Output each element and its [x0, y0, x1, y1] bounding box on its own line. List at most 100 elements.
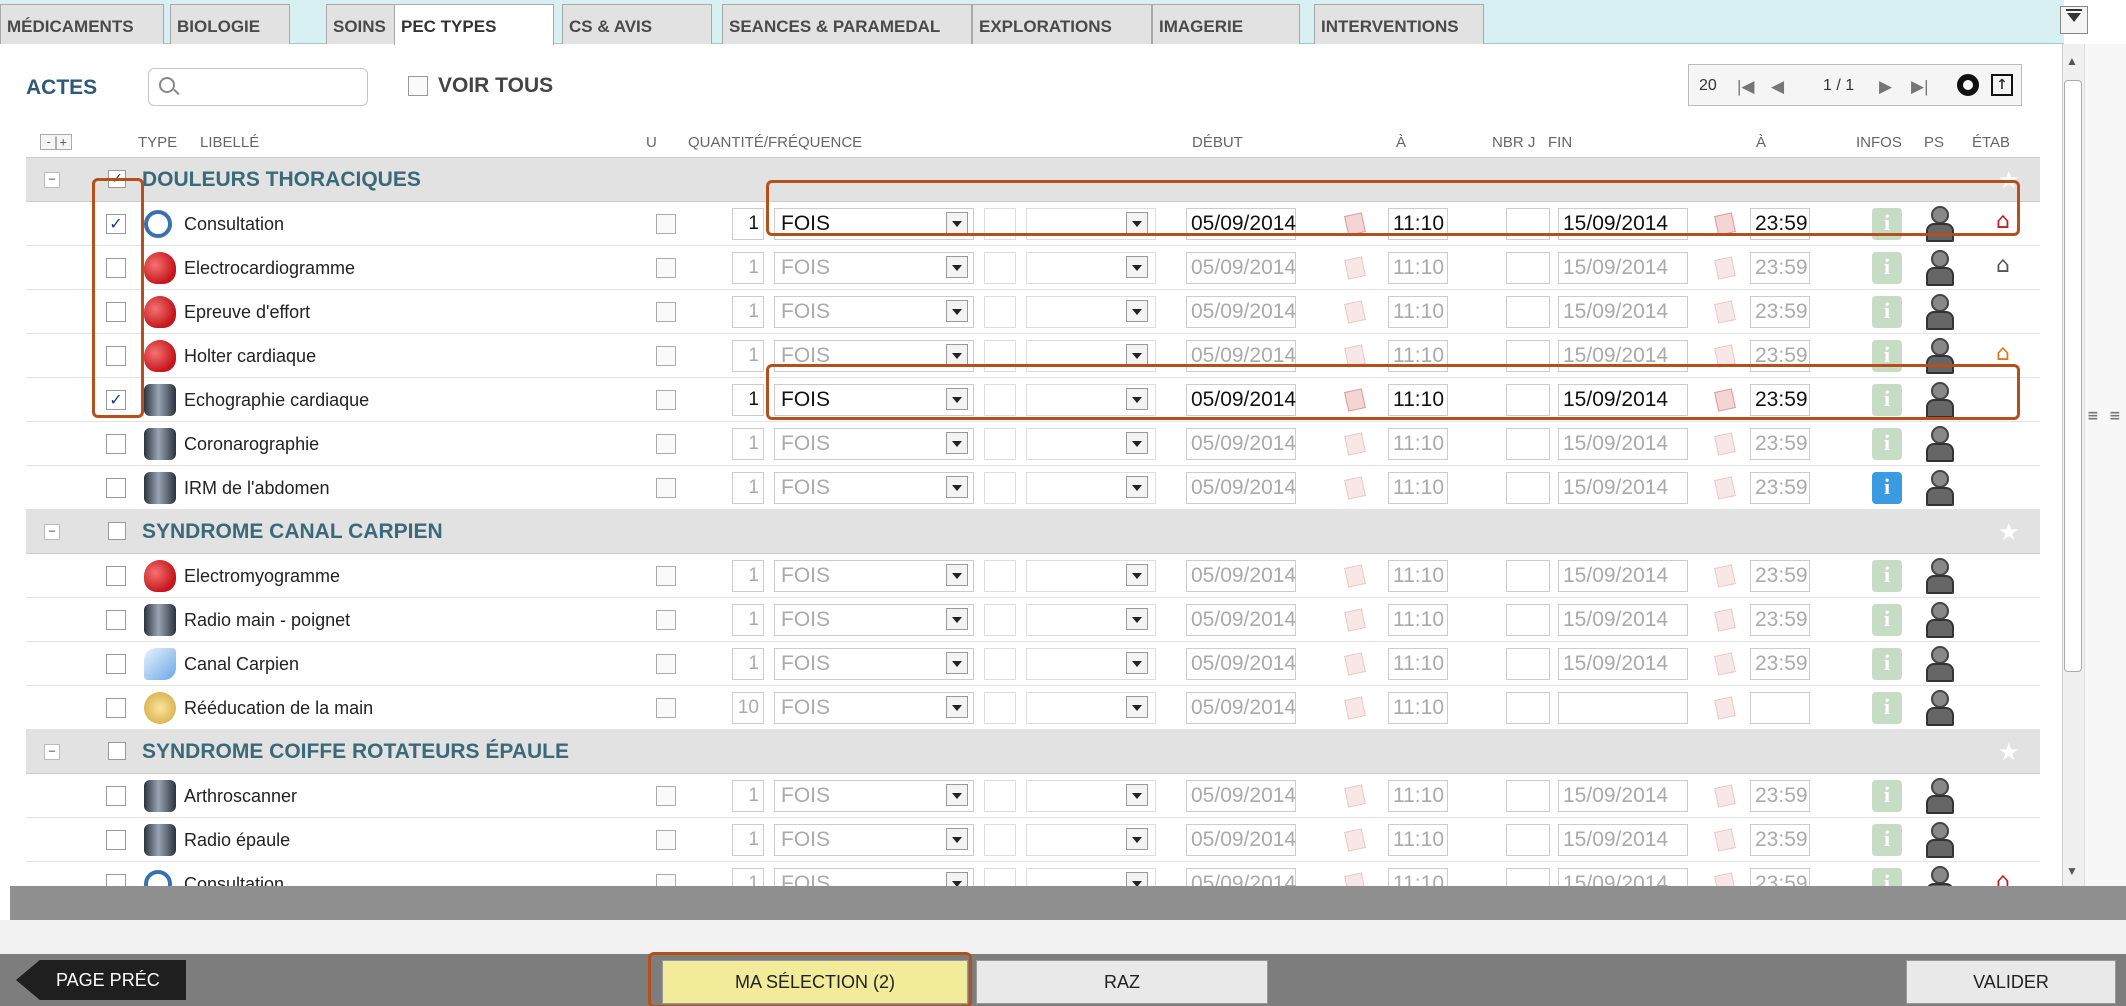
professional-icon[interactable]	[1924, 250, 1954, 286]
first-page-icon[interactable]: |◀	[1737, 77, 1755, 97]
end-time-input[interactable]: 23:59	[1750, 604, 1810, 636]
frequency-dropdown-icon[interactable]	[946, 344, 968, 366]
end-time-input[interactable]: 23:59	[1750, 208, 1810, 240]
end-date-input[interactable]: 15/09/2014	[1558, 340, 1688, 372]
row-checkbox[interactable]: ✓	[106, 214, 126, 234]
gear-icon[interactable]	[1957, 74, 1979, 96]
start-date-input[interactable]: 05/09/2014	[1186, 472, 1296, 504]
my-selection-button[interactable]: MA SÉLECTION (2)	[662, 960, 968, 1004]
start-time-input[interactable]: 11:10	[1388, 560, 1448, 592]
start-date-input[interactable]: 05/09/2014	[1186, 692, 1296, 724]
end-date-input[interactable]: 15/09/2014	[1558, 208, 1688, 240]
end-time-input[interactable]: 23:59	[1750, 340, 1810, 372]
start-time-input[interactable]: 11:10	[1388, 296, 1448, 328]
calendar-icon[interactable]	[1344, 388, 1366, 412]
frequency-value-input[interactable]	[984, 780, 1016, 812]
start-time-input[interactable]: 11:10	[1388, 384, 1448, 416]
frequency-unit-dropdown-icon[interactable]	[1126, 828, 1148, 850]
calendar-icon[interactable]	[1714, 344, 1736, 368]
row-checkbox[interactable]	[106, 302, 126, 322]
group-checkbox[interactable]: ✓	[108, 170, 126, 188]
calendar-icon[interactable]	[1714, 388, 1736, 412]
frequency-value-input[interactable]	[984, 604, 1016, 636]
quantity-input[interactable]: 1	[732, 208, 764, 240]
professional-icon[interactable]	[1924, 382, 1954, 418]
frequency-dropdown-icon[interactable]	[946, 872, 968, 886]
frequency-unit-dropdown-icon[interactable]	[1126, 476, 1148, 498]
frequency-unit-dropdown-icon[interactable]	[1126, 256, 1148, 278]
frequency-unit-dropdown-icon[interactable]	[1126, 344, 1148, 366]
group-checkbox[interactable]	[108, 522, 126, 540]
calendar-icon[interactable]	[1344, 344, 1366, 368]
info-icon[interactable]: i	[1872, 604, 1902, 636]
frequency-dropdown-icon[interactable]	[946, 300, 968, 322]
end-date-input[interactable]: 15/09/2014	[1558, 868, 1688, 886]
days-count-input[interactable]	[1506, 868, 1550, 886]
start-time-input[interactable]: 11:10	[1388, 428, 1448, 460]
start-time-input[interactable]: 11:10	[1388, 604, 1448, 636]
frequency-unit-dropdown-icon[interactable]	[1126, 212, 1148, 234]
row-checkbox[interactable]: ✓	[106, 390, 126, 410]
calendar-icon[interactable]	[1714, 432, 1736, 456]
row-checkbox[interactable]	[106, 786, 126, 806]
frequency-dropdown-icon[interactable]	[946, 608, 968, 630]
professional-icon[interactable]	[1924, 866, 1954, 886]
end-date-input[interactable]: 15/09/2014	[1558, 472, 1688, 504]
start-date-input[interactable]: 05/09/2014	[1186, 560, 1296, 592]
professional-icon[interactable]	[1924, 602, 1954, 638]
start-time-input[interactable]: 11:10	[1388, 208, 1448, 240]
urgent-checkbox[interactable]	[656, 258, 676, 278]
urgent-checkbox[interactable]	[656, 302, 676, 322]
scroll-down-icon[interactable]: ▼	[2066, 864, 2078, 878]
professional-icon[interactable]	[1924, 822, 1954, 858]
tab-biologie[interactable]: BIOLOGIE	[170, 4, 290, 44]
end-time-input[interactable]: 23:59	[1750, 472, 1810, 504]
frequency-unit-dropdown-icon[interactable]	[1126, 652, 1148, 674]
frequency-select[interactable]: FOIS	[774, 340, 974, 372]
group-collapse-icon[interactable]: −	[44, 524, 60, 540]
calendar-icon[interactable]	[1714, 784, 1736, 808]
info-icon[interactable]: i	[1872, 648, 1902, 680]
start-time-input[interactable]: 11:10	[1388, 340, 1448, 372]
tab-soins[interactable]: SOINS	[326, 4, 396, 44]
row-checkbox[interactable]	[106, 258, 126, 278]
days-count-input[interactable]	[1506, 780, 1550, 812]
end-date-input[interactable]: 15/09/2014	[1558, 560, 1688, 592]
start-date-input[interactable]: 05/09/2014	[1186, 868, 1296, 886]
start-time-input[interactable]: 11:10	[1388, 648, 1448, 680]
voir-tous-checkbox[interactable]	[408, 76, 428, 96]
frequency-select[interactable]: FOIS	[774, 648, 974, 680]
favorite-star-icon[interactable]: ★	[1998, 738, 2020, 767]
quantity-input[interactable]: 1	[732, 472, 764, 504]
quantity-input[interactable]: 1	[732, 648, 764, 680]
home-red-icon[interactable]: ⌂	[1990, 210, 2016, 236]
calendar-icon[interactable]	[1714, 828, 1736, 852]
tab-explorations[interactable]: EXPLORATIONS	[972, 4, 1152, 44]
end-time-input[interactable]: 23:59	[1750, 868, 1810, 886]
frequency-select[interactable]: FOIS	[774, 692, 974, 724]
urgent-checkbox[interactable]	[656, 654, 676, 674]
urgent-checkbox[interactable]	[656, 346, 676, 366]
start-date-input[interactable]: 05/09/2014	[1186, 208, 1296, 240]
quantity-input[interactable]: 1	[732, 780, 764, 812]
start-date-input[interactable]: 05/09/2014	[1186, 604, 1296, 636]
calendar-icon[interactable]	[1344, 476, 1366, 500]
info-icon[interactable]: i	[1872, 296, 1902, 328]
frequency-select[interactable]: FOIS	[774, 868, 974, 886]
prev-page-icon[interactable]: ◀	[1771, 77, 1784, 97]
start-date-input[interactable]: 05/09/2014	[1186, 252, 1296, 284]
professional-icon[interactable]	[1924, 778, 1954, 814]
professional-icon[interactable]	[1924, 690, 1954, 726]
professional-icon[interactable]	[1924, 294, 1954, 330]
row-checkbox[interactable]	[106, 478, 126, 498]
start-date-input[interactable]: 05/09/2014	[1186, 780, 1296, 812]
frequency-value-input[interactable]	[984, 252, 1016, 284]
grip-icon-2[interactable]: ≡	[2109, 408, 2121, 424]
urgent-checkbox[interactable]	[656, 874, 676, 886]
frequency-select[interactable]: FOIS	[774, 824, 974, 856]
calendar-icon[interactable]	[1714, 872, 1736, 886]
urgent-checkbox[interactable]	[656, 830, 676, 850]
tab-pec-types[interactable]: PEC TYPES	[394, 4, 554, 45]
professional-icon[interactable]	[1924, 558, 1954, 594]
end-date-input[interactable]: 15/09/2014	[1558, 648, 1688, 680]
